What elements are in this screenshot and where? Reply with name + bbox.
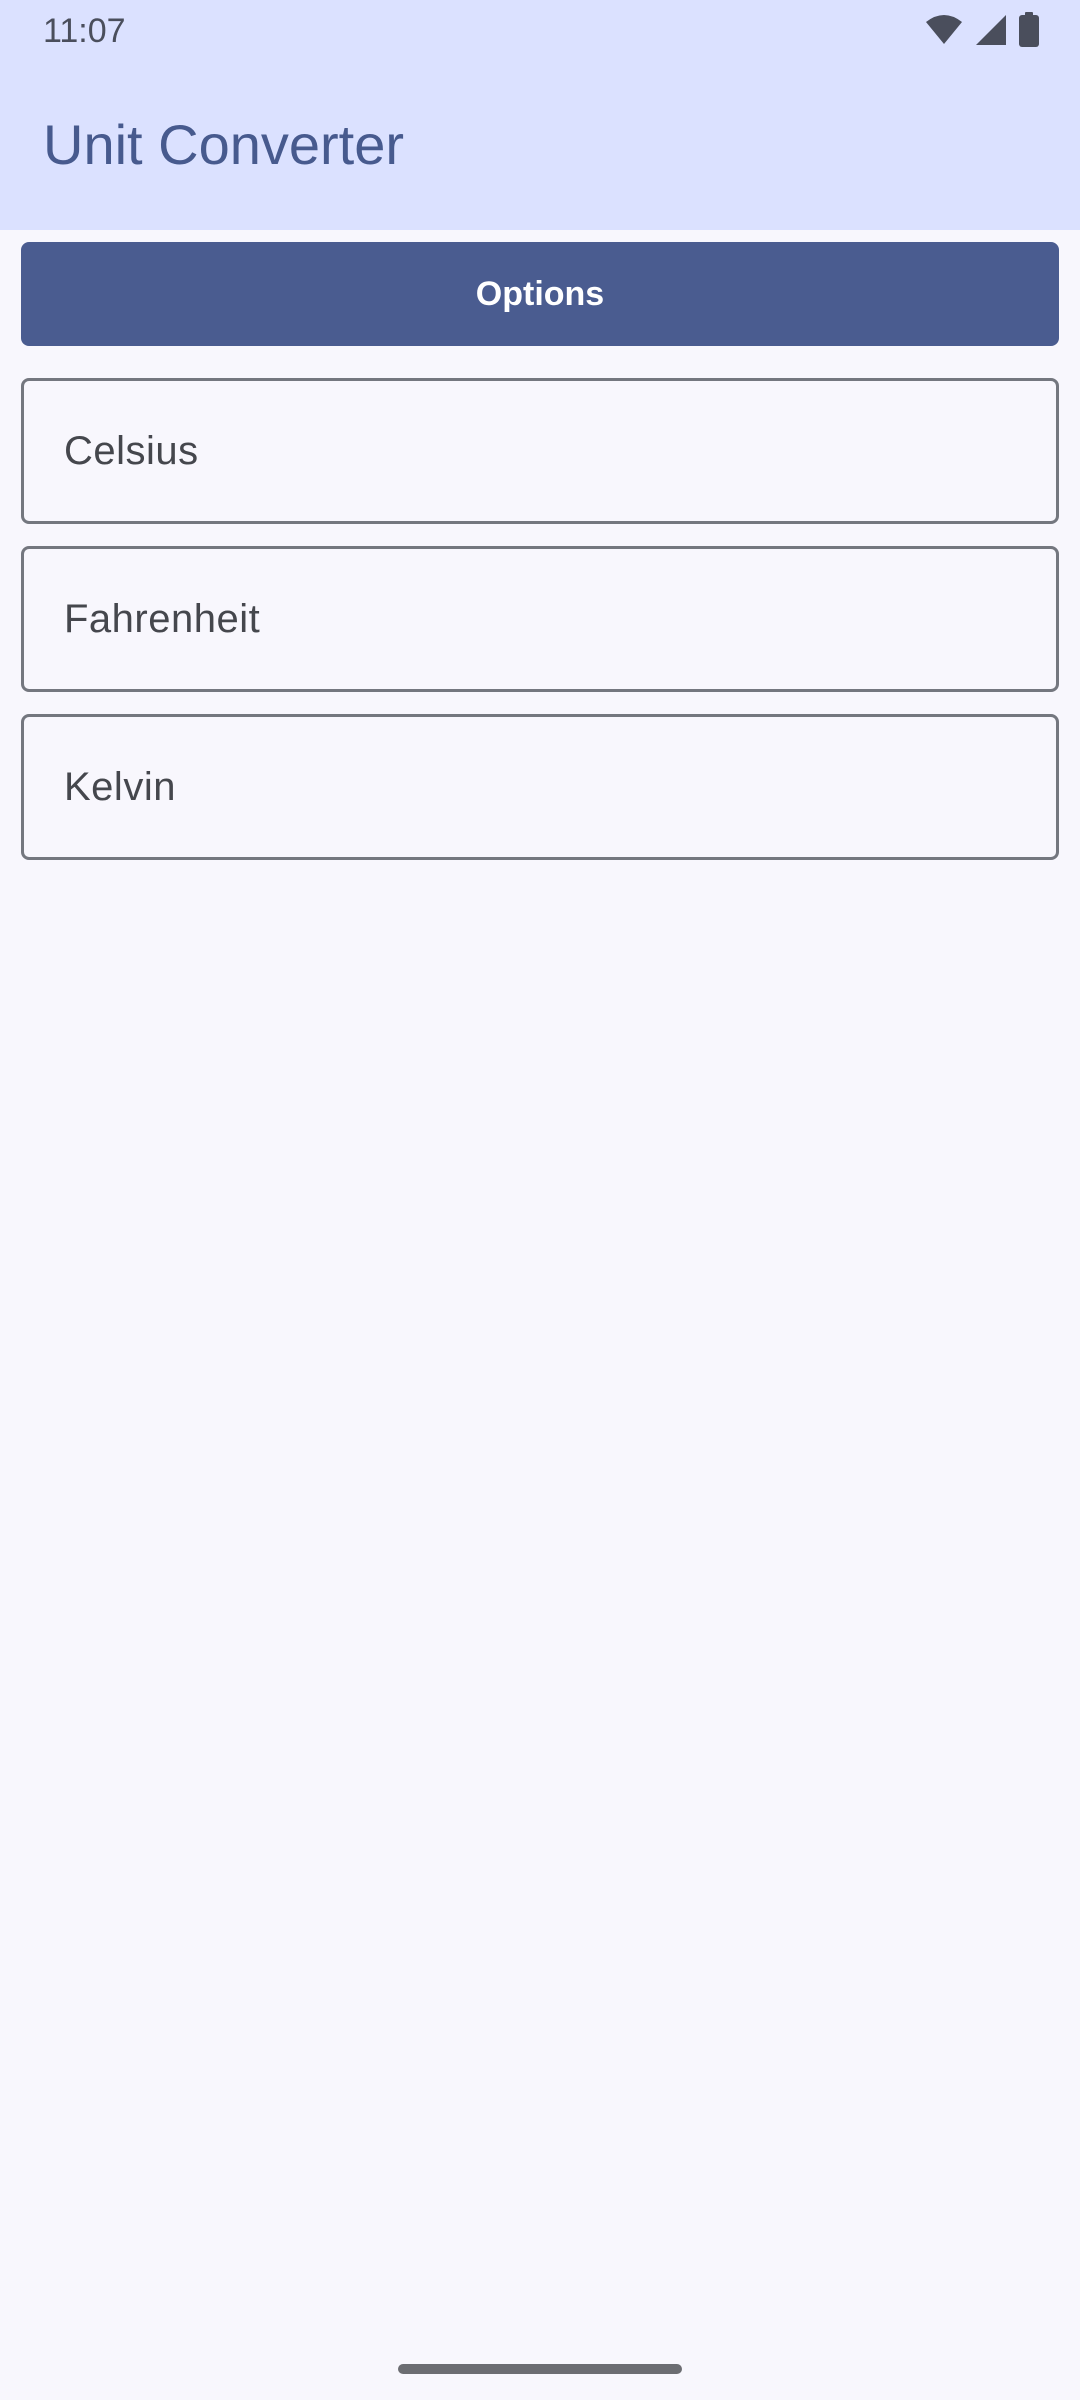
unit-label: Fahrenheit bbox=[64, 596, 261, 641]
home-indicator[interactable] bbox=[398, 2364, 682, 2374]
wifi-icon bbox=[924, 14, 964, 46]
signal-icon bbox=[974, 13, 1008, 47]
unit-option-celsius[interactable]: Celsius bbox=[21, 378, 1059, 524]
status-icons bbox=[924, 12, 1040, 48]
page-title: Unit Converter bbox=[43, 113, 405, 176]
unit-label: Celsius bbox=[64, 428, 199, 473]
top-app-bar: 11:07 Unit Converter bbox=[0, 0, 1080, 230]
options-button[interactable]: Options bbox=[21, 242, 1059, 346]
unit-label: Kelvin bbox=[64, 764, 176, 809]
unit-option-kelvin[interactable]: Kelvin bbox=[21, 714, 1059, 860]
status-time: 11:07 bbox=[43, 12, 126, 50]
battery-icon bbox=[1018, 12, 1040, 48]
unit-option-fahrenheit[interactable]: Fahrenheit bbox=[21, 546, 1059, 692]
